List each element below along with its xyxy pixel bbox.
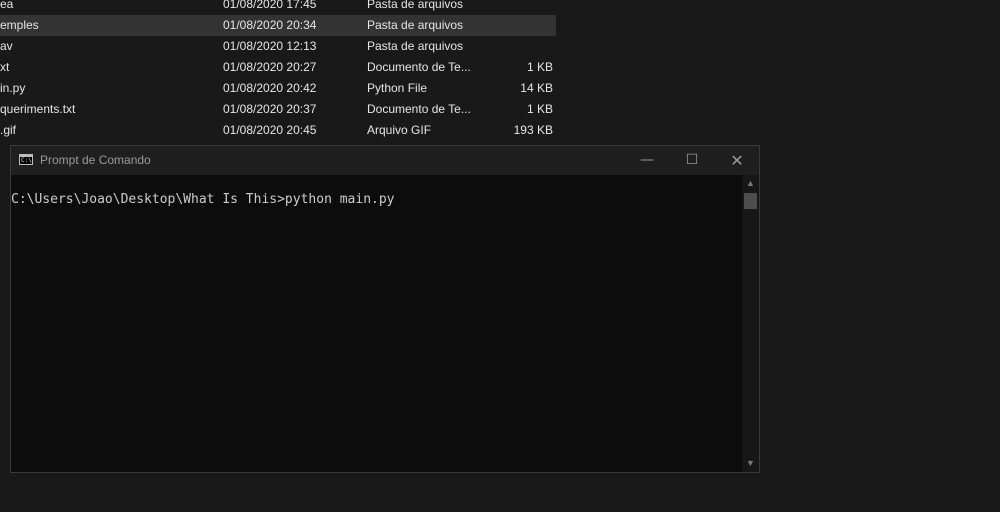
scroll-down-arrow-icon[interactable]: ▼ bbox=[742, 455, 759, 472]
file-row[interactable]: av 01/08/2020 12:13 Pasta de arquivos bbox=[0, 36, 560, 57]
file-type: Documento de Te... bbox=[367, 102, 471, 116]
window-title: Prompt de Comando bbox=[40, 153, 151, 167]
file-size: 193 KB bbox=[513, 123, 553, 137]
file-size: 1 KB bbox=[526, 102, 553, 116]
file-type: Pasta de arquivos bbox=[367, 0, 464, 11]
file-type: Arquivo GIF bbox=[367, 123, 432, 137]
file-row[interactable]: queriments.txt 01/08/2020 20:37 Document… bbox=[0, 99, 560, 120]
file-size: 1 KB bbox=[526, 60, 553, 74]
vertical-scrollbar[interactable]: ▲ ▼ bbox=[742, 175, 759, 472]
console-output[interactable]: C:\Users\Joao\Desktop\What Is This>pytho… bbox=[11, 175, 742, 472]
file-type: Documento de Te... bbox=[367, 60, 471, 74]
title-bar[interactable]: C:\ Prompt de Comando — ☐ ✕ bbox=[11, 146, 759, 175]
scrollbar-thumb[interactable] bbox=[744, 193, 757, 209]
maximize-button[interactable]: ☐ bbox=[669, 146, 715, 175]
file-row[interactable]: in.py 01/08/2020 20:42 Python File 14 KB bbox=[0, 78, 560, 99]
file-date: 01/08/2020 20:34 bbox=[223, 18, 317, 32]
file-name: emples bbox=[0, 18, 39, 32]
file-name: xt bbox=[0, 60, 10, 74]
file-type: Pasta de arquivos bbox=[367, 18, 464, 32]
command-prompt-icon-glyph: C:\ bbox=[21, 157, 32, 164]
file-date: 01/08/2020 12:13 bbox=[223, 39, 317, 53]
file-row[interactable]: ea 01/08/2020 17:45 Pasta de arquivos bbox=[0, 0, 560, 15]
file-date: 01/08/2020 20:42 bbox=[223, 81, 317, 95]
file-size: 14 KB bbox=[520, 81, 553, 95]
file-list: ea 01/08/2020 17:45 Pasta de arquivos em… bbox=[0, 0, 560, 141]
scroll-up-arrow-icon[interactable]: ▲ bbox=[742, 175, 759, 192]
file-date: 01/08/2020 20:45 bbox=[223, 123, 317, 137]
file-row[interactable]: .gif 01/08/2020 20:45 Arquivo GIF 193 KB bbox=[0, 120, 560, 141]
command-prompt-icon[interactable]: C:\ bbox=[19, 154, 33, 165]
prompt-line: C:\Users\Joao\Desktop\What Is This>pytho… bbox=[11, 192, 395, 207]
file-type: Python File bbox=[367, 81, 428, 95]
file-name: .gif bbox=[0, 123, 17, 137]
file-row[interactable]: emples 01/08/2020 20:34 Pasta de arquivo… bbox=[0, 15, 556, 36]
minimize-button[interactable]: — bbox=[624, 146, 670, 175]
file-name: ea bbox=[0, 0, 14, 11]
file-type: Pasta de arquivos bbox=[367, 39, 464, 53]
file-row[interactable]: xt 01/08/2020 20:27 Documento de Te... 1… bbox=[0, 57, 560, 78]
file-name: queriments.txt bbox=[0, 102, 76, 116]
file-date: 01/08/2020 20:27 bbox=[223, 60, 317, 74]
file-name: in.py bbox=[0, 81, 26, 95]
close-button[interactable]: ✕ bbox=[714, 146, 760, 175]
command-prompt-window[interactable]: C:\ Prompt de Comando — ☐ ✕ C:\Users\Joa… bbox=[10, 145, 760, 473]
file-date: 01/08/2020 20:37 bbox=[223, 102, 317, 116]
file-name: av bbox=[0, 39, 13, 53]
file-date: 01/08/2020 17:45 bbox=[223, 0, 317, 11]
